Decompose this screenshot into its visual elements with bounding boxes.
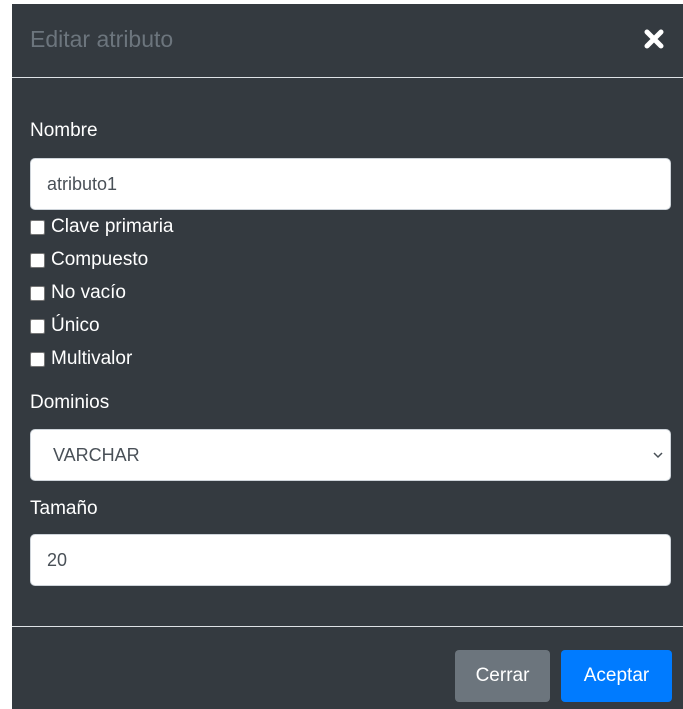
checkbox-box[interactable]: [30, 285, 45, 301]
checkbox-multivalued[interactable]: Multivalor: [30, 347, 132, 371]
close-icon: [644, 29, 664, 49]
dialog-body: Nombre Clave primaria Compuesto No vacío…: [12, 79, 683, 627]
accept-button[interactable]: Aceptar: [561, 650, 672, 702]
checkbox-box[interactable]: [30, 252, 45, 268]
size-label: Tamaño: [30, 498, 98, 519]
checkbox-label: Clave primaria: [51, 216, 174, 237]
checkbox-unique[interactable]: Único: [30, 314, 100, 338]
checkbox-label: Único: [51, 315, 100, 336]
dialog-header: Editar atributo: [12, 4, 683, 78]
checkbox-label: Multivalor: [51, 348, 133, 369]
dialog-footer: Cerrar Aceptar: [12, 626, 683, 709]
size-input[interactable]: [30, 534, 671, 586]
domain-label: Dominios: [30, 392, 110, 413]
checkbox-not-null[interactable]: No vacío: [30, 281, 126, 305]
domain-select[interactable]: VARCHAR: [30, 429, 671, 481]
domain-select-value: VARCHAR: [53, 445, 140, 465]
close-button[interactable]: [639, 22, 669, 56]
checkbox-label: Compuesto: [51, 249, 149, 270]
edit-attribute-dialog: Editar atributo Nombre Clave primaria Co…: [12, 4, 683, 709]
name-input[interactable]: [30, 158, 671, 210]
checkbox-box[interactable]: [30, 318, 45, 334]
checkbox-primary-key[interactable]: Clave primaria: [30, 215, 173, 239]
name-label: Nombre: [30, 120, 98, 141]
close-dialog-button[interactable]: Cerrar: [455, 650, 550, 702]
checkbox-box[interactable]: [30, 351, 45, 367]
checkbox-label: No vacío: [51, 282, 126, 303]
chevron-down-icon: [653, 452, 663, 459]
checkbox-box[interactable]: [30, 219, 45, 235]
checkbox-composite[interactable]: Compuesto: [30, 248, 148, 272]
dialog-title: Editar atributo: [30, 26, 174, 52]
